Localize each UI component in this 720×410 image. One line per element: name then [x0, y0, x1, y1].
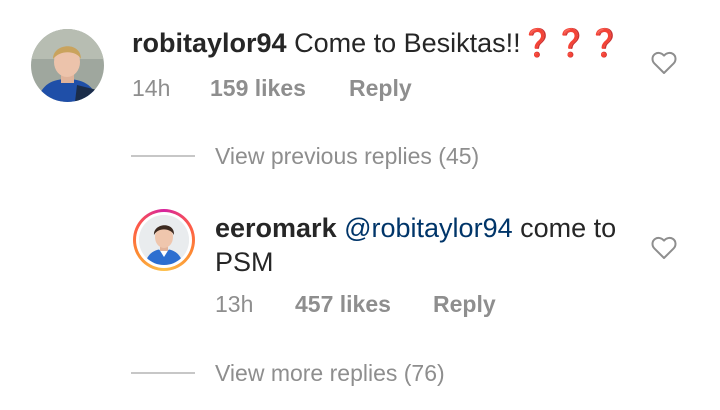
comment-1-text: robitaylor94 Come to Besiktas!!❓❓❓: [132, 27, 622, 60]
comment-2-text-line-1: eeromark @robitaylor94 come to: [215, 212, 616, 245]
comment-2-likes[interactable]: 457 likes: [295, 291, 391, 318]
robitaylor94-avatar[interactable]: [31, 29, 104, 102]
view-more-replies-button[interactable]: View more replies (76): [215, 360, 445, 387]
comment-1-time: 14h: [132, 75, 171, 101]
comment-2-time: 13h: [215, 291, 254, 317]
heart-icon[interactable]: [651, 51, 677, 75]
heart-icon[interactable]: [651, 236, 677, 260]
comment-1-likes[interactable]: 159 likes: [210, 75, 306, 102]
comment-1-username[interactable]: robitaylor94: [132, 28, 287, 58]
comment-2-text-line-2: PSM: [215, 246, 274, 279]
view-previous-replies-button[interactable]: View previous replies (45): [215, 143, 479, 170]
replies-divider: [131, 372, 195, 374]
replies-divider: [131, 155, 195, 157]
comment-1-body: Come to Besiktas!!❓❓❓: [294, 28, 622, 58]
comment-2-mention[interactable]: @robitaylor94: [344, 213, 513, 243]
comment-2-body-line-1: come to: [512, 213, 617, 243]
comment-2-reply-button[interactable]: Reply: [433, 291, 496, 318]
comment-2-body-line-2: PSM: [215, 247, 274, 277]
eeromark-avatar[interactable]: [133, 209, 195, 271]
comment-2-username[interactable]: eeromark: [215, 213, 337, 243]
comment-1-reply-button[interactable]: Reply: [349, 75, 412, 102]
